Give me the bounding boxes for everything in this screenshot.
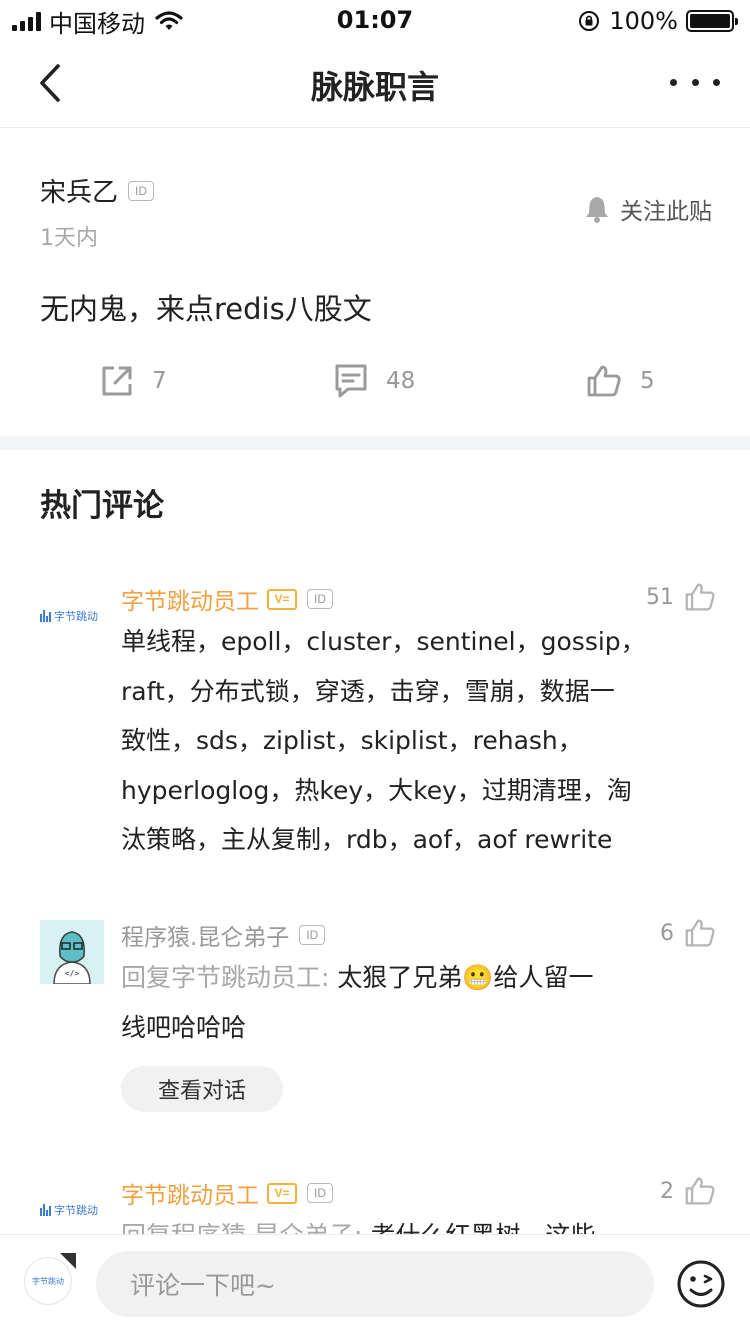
comment-like-count: 6	[660, 920, 674, 946]
follow-post-button[interactable]: 关注此贴	[584, 192, 712, 226]
comment-line: hyperloglog，热key，大key，过期清理，淘	[121, 775, 632, 805]
thumbs-up-icon	[685, 583, 715, 611]
battery-icon	[686, 10, 738, 32]
comment-input[interactable]: 评论一下吧~	[96, 1251, 654, 1317]
comment-text: 太狠了兄弟😬给人留一	[337, 963, 594, 992]
post-time: 1天内	[40, 226, 98, 251]
status-right: 100%	[577, 7, 738, 35]
like-count: 5	[640, 368, 655, 394]
avatar-logo-text: 字节跳动	[54, 610, 98, 623]
comment-like-button[interactable]: 2	[660, 1176, 716, 1206]
bell-icon	[586, 197, 608, 223]
comment-author-name[interactable]: 字节跳动员工	[121, 1176, 259, 1210]
post-author-name[interactable]: 宋兵乙	[40, 172, 118, 209]
comment-like-button[interactable]: 51	[646, 582, 716, 612]
comment-line: 回复字节跳动员工: 太狠了兄弟😬给人留一	[121, 953, 681, 1003]
battery-fill	[690, 14, 730, 28]
avatar-switch-corner-icon	[60, 1253, 76, 1269]
my-avatar-text: 字节跳动	[32, 1276, 64, 1286]
comment-author-row: 程序猿.昆仑弟子 ID	[121, 918, 326, 952]
post-author-row: 宋兵乙 ID	[40, 172, 155, 209]
nav-bar: 脉脉职言	[0, 40, 750, 128]
view-conversation-button[interactable]: 查看对话	[121, 1066, 283, 1112]
comment-body: 回复字节跳动员工: 太狠了兄弟😬给人留一 线吧哈哈哈	[121, 953, 681, 1052]
battery-percent: 100%	[609, 7, 678, 35]
post-content: 无内鬼，来点redis八股文	[40, 292, 372, 326]
svg-text:</>: </>	[65, 969, 80, 978]
share-button[interactable]: 7	[100, 358, 167, 404]
comment-icon	[335, 364, 367, 398]
bytedance-logo-icon	[40, 610, 51, 622]
verified-badge: V=	[267, 1182, 297, 1204]
post: 宋兵乙 ID 1天内 关注此贴 无内鬼，来点redis八股文 7 48 5	[0, 128, 750, 436]
thumbs-up-icon	[587, 365, 621, 397]
status-bar: 中国移动 01:07 100%	[0, 0, 750, 40]
comment-body: 单线程，epoll，cluster，sentinel，gossip， raft，…	[121, 617, 681, 865]
id-badge: ID	[128, 180, 155, 201]
orientation-lock-icon	[579, 11, 600, 31]
page-title: 脉脉职言	[310, 68, 439, 106]
comment-author-name[interactable]: 程序猿.昆仑弟子	[121, 918, 289, 952]
comment-author-row: 字节跳动员工 V= ID	[121, 1176, 333, 1210]
thumbs-up-icon	[685, 1177, 715, 1205]
id-badge: ID	[307, 1183, 333, 1203]
more-options-icon[interactable]	[670, 70, 720, 94]
avatar[interactable]: </>	[40, 920, 104, 984]
comment-line: raft，分布式锁，穿透，击穿，雪崩，数据一	[121, 676, 615, 706]
like-button[interactable]: 5	[586, 358, 655, 404]
section-divider	[0, 436, 750, 450]
comment-like-count: 2	[660, 1178, 674, 1204]
verified-badge: V=	[267, 588, 297, 610]
comment-like-button[interactable]: 6	[660, 918, 716, 948]
id-badge: ID	[307, 589, 333, 609]
follow-label: 关注此贴	[620, 199, 712, 225]
comment-author-row: 字节跳动员工 V= ID	[121, 582, 333, 616]
post-actions: 7 48 5	[0, 358, 750, 404]
comment-input-placeholder: 评论一下吧~	[130, 1271, 276, 1300]
comment-line: 汰策略，主从复制，rdb，aof，aof rewrite	[121, 825, 613, 854]
bottom-comment-bar: 字节跳动 评论一下吧~	[0, 1234, 750, 1334]
thumbs-up-icon	[685, 919, 715, 947]
programmer-avatar-icon: </>	[40, 920, 104, 984]
avatar[interactable]: 字节跳动	[40, 596, 104, 636]
comment-like-count: 51	[646, 584, 674, 610]
bytedance-logo-icon	[40, 1204, 51, 1216]
id-badge: ID	[299, 925, 326, 945]
emoji-icon[interactable]	[676, 1259, 726, 1309]
hot-comments-title: 热门评论	[40, 488, 164, 524]
comment-line: 单线程，epoll，cluster，sentinel，gossip，	[121, 627, 646, 656]
comment-button[interactable]: 48	[334, 358, 415, 404]
comment-count: 48	[386, 368, 416, 394]
comment-author-name[interactable]: 字节跳动员工	[121, 582, 259, 616]
comment-line: 致性，sds，ziplist，skiplist，rehash，	[121, 726, 583, 755]
avatar[interactable]: 字节跳动	[40, 1190, 104, 1230]
reply-prefix[interactable]: 回复字节跳动员工:	[121, 963, 337, 992]
share-icon	[102, 366, 132, 396]
avatar-logo-text: 字节跳动	[54, 1204, 98, 1217]
comment-line: 线吧哈哈哈	[121, 1012, 247, 1042]
share-count: 7	[152, 368, 167, 394]
